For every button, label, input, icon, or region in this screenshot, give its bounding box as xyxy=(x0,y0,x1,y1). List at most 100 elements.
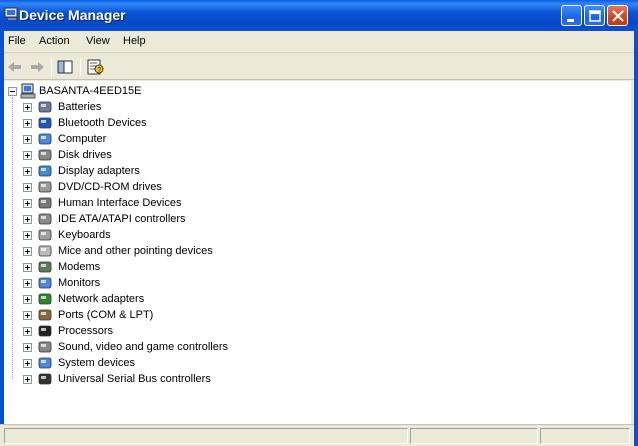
tree-item[interactable]: DVD/CD-ROM drives xyxy=(4,179,404,195)
expand-toggle[interactable] xyxy=(23,343,32,352)
ide-controller-icon xyxy=(38,213,52,225)
tree-root[interactable]: BASANTA-4EED15E xyxy=(4,83,304,99)
window-title: Device Manager xyxy=(19,7,126,23)
show-hide-console-tree-button[interactable] xyxy=(54,57,76,77)
tree-item-label: IDE ATA/ATAPI controllers xyxy=(58,213,186,225)
tree-item[interactable]: Computer xyxy=(4,131,404,147)
show-hide-console-tree-icon xyxy=(57,60,73,74)
menu-help[interactable]: Help xyxy=(123,35,146,47)
title-bar[interactable]: Device Manager xyxy=(0,0,638,31)
minimize-button[interactable] xyxy=(561,5,582,26)
expand-toggle[interactable] xyxy=(23,151,32,160)
computer-name: BASANTA-4EED15E xyxy=(39,85,142,97)
bluetooth-icon xyxy=(38,117,52,129)
tree-item[interactable]: Disk drives xyxy=(4,147,404,163)
tree-item-label: Disk drives xyxy=(58,149,112,161)
expand-toggle[interactable] xyxy=(23,279,32,288)
sound-icon xyxy=(38,341,52,353)
tree-item[interactable]: Keyboards xyxy=(4,227,404,243)
maximize-button[interactable] xyxy=(584,5,605,26)
expand-toggle[interactable] xyxy=(23,359,32,368)
monitor-icon xyxy=(38,277,52,289)
tree-item[interactable]: Modems xyxy=(4,259,404,275)
tree-item[interactable]: Sound, video and game controllers xyxy=(4,339,404,355)
battery-icon xyxy=(38,101,52,113)
device-manager-window: Device Manager File Action View Help ? B… xyxy=(0,0,638,446)
tree-item-label: Processors xyxy=(58,325,114,337)
close-icon xyxy=(612,10,624,22)
tree-item-label: Sound, video and game controllers xyxy=(58,341,228,353)
usb-icon xyxy=(38,373,52,385)
forward-button[interactable] xyxy=(26,57,48,77)
expand-toggle[interactable] xyxy=(23,199,32,208)
svg-text:?: ? xyxy=(97,67,101,74)
mouse-icon xyxy=(38,245,52,257)
menu-file[interactable]: File xyxy=(8,35,26,47)
expand-toggle[interactable] xyxy=(23,103,32,112)
maximize-icon xyxy=(589,10,601,22)
system-device-icon xyxy=(38,357,52,369)
tree-item[interactable]: Network adapters xyxy=(4,291,404,307)
expand-toggle[interactable] xyxy=(23,215,32,224)
tree-item-label: Bluetooth Devices xyxy=(58,117,147,129)
status-bar xyxy=(0,424,634,446)
expand-toggle[interactable] xyxy=(23,167,32,176)
menu-bar: File Action View Help xyxy=(4,31,634,53)
device-tree[interactable]: BASANTA-4EED15E Batteries Bluetooth Devic… xyxy=(4,81,631,424)
tree-item-label: Computer xyxy=(58,133,107,145)
collapse-toggle[interactable] xyxy=(8,87,17,96)
tree-item[interactable]: System devices xyxy=(4,355,404,371)
expand-toggle[interactable] xyxy=(23,119,32,128)
tree-item[interactable]: Universal Serial Bus controllers xyxy=(4,371,404,387)
computer-icon xyxy=(38,133,52,145)
tree-item-label: Modems xyxy=(58,261,101,273)
expand-toggle[interactable] xyxy=(23,135,32,144)
tree-item-label: Human Interface Devices xyxy=(58,197,182,209)
expand-toggle[interactable] xyxy=(23,295,32,304)
expand-toggle[interactable] xyxy=(23,327,32,336)
modem-icon xyxy=(38,261,52,273)
expand-toggle[interactable] xyxy=(23,247,32,256)
tree-item[interactable]: Display adapters xyxy=(4,163,404,179)
network-adapter-icon xyxy=(38,293,52,305)
expand-toggle[interactable] xyxy=(23,231,32,240)
expand-toggle[interactable] xyxy=(23,375,32,384)
tree-item[interactable]: Human Interface Devices xyxy=(4,195,404,211)
tree-item[interactable]: Ports (COM & LPT) xyxy=(4,307,404,323)
expand-toggle[interactable] xyxy=(23,263,32,272)
back-arrow-icon xyxy=(8,62,21,72)
tree-item[interactable]: Monitors xyxy=(4,275,404,291)
properties-button[interactable]: ? xyxy=(84,57,106,77)
properties-help-icon: ? xyxy=(87,59,104,75)
close-button[interactable] xyxy=(607,5,628,26)
computer-icon xyxy=(20,83,36,99)
tree-item-label: Universal Serial Bus controllers xyxy=(58,373,211,385)
menu-view[interactable]: View xyxy=(86,35,110,47)
tree-item[interactable]: Mice and other pointing devices xyxy=(4,243,404,259)
device-manager-icon xyxy=(4,7,18,20)
expand-toggle[interactable] xyxy=(23,311,32,320)
tree-item-label: Keyboards xyxy=(58,229,111,241)
menu-action[interactable]: Action xyxy=(39,35,70,47)
tree-item[interactable]: Processors xyxy=(4,323,404,339)
tree-item-label: DVD/CD-ROM drives xyxy=(58,181,162,193)
disk-drive-icon xyxy=(38,149,52,161)
hid-icon xyxy=(38,197,52,209)
tree-item-label: Ports (COM & LPT) xyxy=(58,309,154,321)
window-frame-right xyxy=(634,31,638,446)
tree-item[interactable]: Batteries xyxy=(4,99,404,115)
tree-item-label: Mice and other pointing devices xyxy=(58,245,213,257)
forward-arrow-icon xyxy=(31,62,44,72)
back-button[interactable] xyxy=(4,57,26,77)
toolbar: ? xyxy=(4,54,634,80)
expand-toggle[interactable] xyxy=(23,183,32,192)
toolbar-separator xyxy=(80,58,81,76)
tree-item[interactable]: IDE ATA/ATAPI controllers xyxy=(4,211,404,227)
minimize-icon xyxy=(567,19,574,22)
display-adapter-icon xyxy=(38,165,52,177)
tree-item-label: System devices xyxy=(58,357,136,369)
tree-item-label: Batteries xyxy=(58,101,102,113)
toolbar-separator xyxy=(51,58,52,76)
tree-item[interactable]: Bluetooth Devices xyxy=(4,115,404,131)
status-pane-main xyxy=(4,428,408,444)
